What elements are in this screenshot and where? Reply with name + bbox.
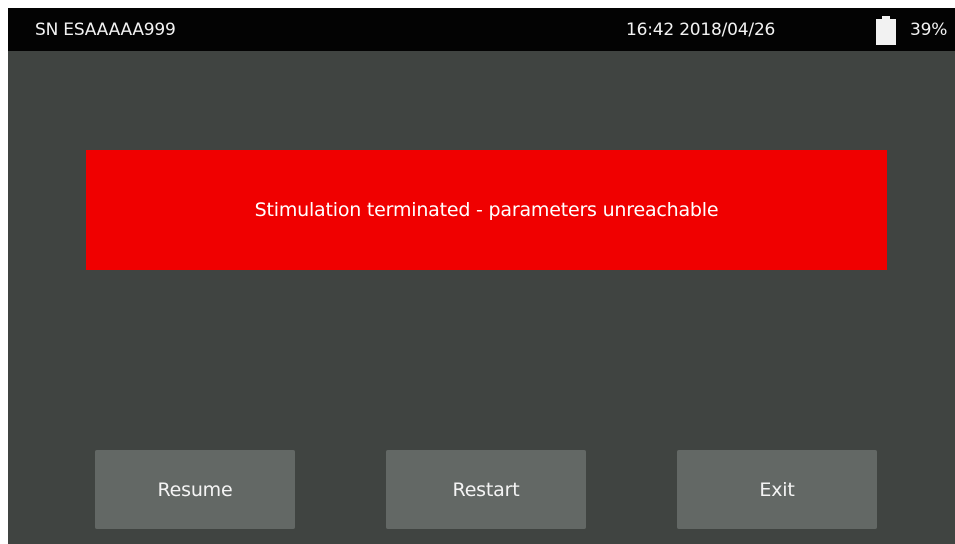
restart-button[interactable]: Restart bbox=[386, 450, 586, 529]
exit-button-label: Exit bbox=[759, 478, 795, 501]
error-banner: Stimulation terminated - parameters unre… bbox=[86, 150, 887, 270]
exit-button[interactable]: Exit bbox=[677, 450, 877, 529]
date-time: 16:42 2018/04/26 bbox=[626, 20, 776, 40]
status-bar: SN ESAAAAA999 16:42 2018/04/26 39% bbox=[8, 8, 955, 51]
resume-button[interactable]: Resume bbox=[95, 450, 295, 529]
battery-icon bbox=[876, 16, 896, 45]
serial-number: SN ESAAAAA999 bbox=[35, 20, 176, 40]
device-screen: SN ESAAAAA999 16:42 2018/04/26 39% Stimu… bbox=[8, 8, 955, 544]
restart-button-label: Restart bbox=[452, 478, 520, 501]
resume-button-label: Resume bbox=[157, 478, 233, 501]
battery-percentage: 39% bbox=[910, 20, 948, 40]
error-message: Stimulation terminated - parameters unre… bbox=[254, 199, 719, 221]
